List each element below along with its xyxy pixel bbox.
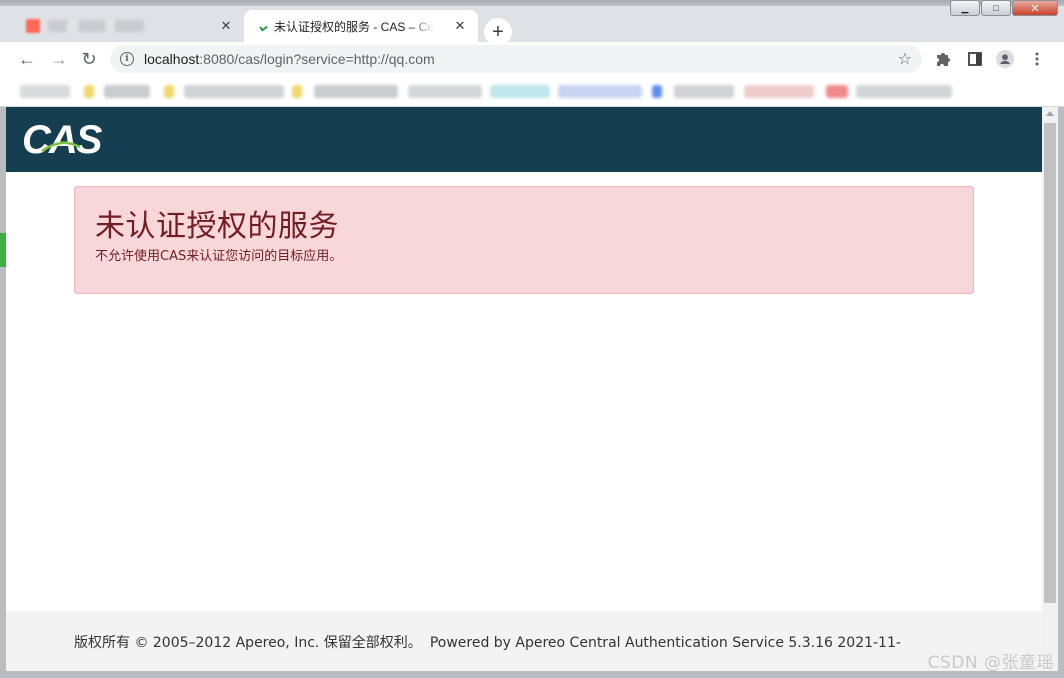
extensions-icon[interactable] [934, 50, 952, 68]
profile-icon[interactable] [996, 50, 1014, 68]
site-info-icon[interactable]: i [120, 52, 134, 66]
bookmark-item[interactable] [558, 85, 642, 98]
bookmark-item[interactable] [84, 85, 94, 98]
bookmark-item[interactable] [652, 85, 662, 98]
window-controls: ▁ □ ✕ [950, 0, 1058, 16]
page-viewport: CAS 未认证授权的服务 不允许使用CAS来认证您访问的目标应用。 版权所有 ©… [6, 107, 1042, 671]
bookmark-item[interactable] [744, 85, 814, 98]
footer-powered-by: Powered by Apereo Central Authentication… [429, 635, 901, 651]
bookmarks-bar [0, 76, 1064, 107]
bookmark-item[interactable] [20, 85, 70, 98]
maximize-button[interactable]: □ [981, 0, 1011, 16]
address-bar[interactable]: i localhost:8080/cas/login?service=http:… [110, 45, 922, 73]
reload-button[interactable]: ↻ [76, 46, 102, 72]
bookmark-item[interactable] [292, 85, 302, 98]
bookmark-item[interactable] [164, 85, 174, 98]
menu-icon[interactable] [1028, 50, 1046, 68]
alert-message: 不允许使用CAS来认证您访问的目标应用。 [95, 249, 343, 264]
bookmark-item[interactable] [826, 85, 848, 98]
scroll-thumb[interactable] [1044, 123, 1056, 603]
bookmark-item[interactable] [408, 85, 482, 98]
back-button[interactable]: ← [14, 46, 40, 72]
vertical-scrollbar[interactable] [1042, 107, 1058, 671]
tab-favicon [26, 19, 40, 33]
cas-favicon-icon [258, 21, 268, 31]
tab-blurred[interactable]: ✕ [12, 10, 244, 42]
cas-logo[interactable]: CAS [20, 117, 110, 161]
star-icon[interactable]: ☆ [898, 49, 912, 69]
bookmark-item[interactable] [856, 85, 952, 98]
bookmark-item[interactable] [184, 85, 284, 98]
cas-header: CAS [6, 107, 1042, 172]
scroll-up-arrow-icon[interactable] [1046, 111, 1054, 116]
url-text[interactable]: localhost:8080/cas/login?service=http://… [144, 51, 435, 67]
bookmark-item[interactable] [490, 85, 550, 98]
tab-strip: ✕ 未认证授权的服务 - CAS – Central Authenticatio… [0, 6, 1064, 46]
tab-close-button[interactable]: ✕ [452, 18, 468, 34]
bookmark-item[interactable] [674, 85, 734, 98]
error-alert: 未认证授权的服务 不允许使用CAS来认证您访问的目标应用。 [74, 186, 974, 294]
side-panel-icon[interactable] [966, 50, 984, 68]
window-frame-bottom [0, 671, 1064, 678]
window-frame-right [1058, 107, 1064, 678]
tab-title: 未认证授权的服务 - CAS – Central Authentication … [274, 19, 434, 34]
footer-copyright: 版权所有 © 2005–2012 Apereo, Inc. 保留全部权利。 [74, 635, 422, 651]
footer-text: 版权所有 © 2005–2012 Apereo, Inc. 保留全部权利。 Pow… [74, 632, 901, 652]
watermark: CSDN @张童瑶 [927, 653, 1054, 673]
tab-active[interactable]: 未认证授权的服务 - CAS – Central Authentication … [244, 10, 478, 42]
minimize-button[interactable]: ▁ [950, 0, 980, 16]
forward-button[interactable]: → [46, 46, 72, 72]
browser-window: ✕ 未认证授权的服务 - CAS – Central Authenticatio… [0, 0, 1064, 678]
browser-toolbar: ← → ↻ i localhost:8080/cas/login?service… [0, 42, 1064, 76]
bookmark-item[interactable] [314, 85, 398, 98]
alert-heading: 未认证授权的服务 [95, 209, 339, 244]
page-footer: 版权所有 © 2005–2012 Apereo, Inc. 保留全部权利。 Pow… [6, 611, 1042, 671]
tab-close-button[interactable]: ✕ [218, 18, 234, 34]
cas-logo-text: CAS [22, 118, 103, 161]
tab-title-blurred [48, 20, 144, 32]
bookmark-item[interactable] [104, 85, 150, 98]
close-window-button[interactable]: ✕ [1012, 0, 1058, 16]
